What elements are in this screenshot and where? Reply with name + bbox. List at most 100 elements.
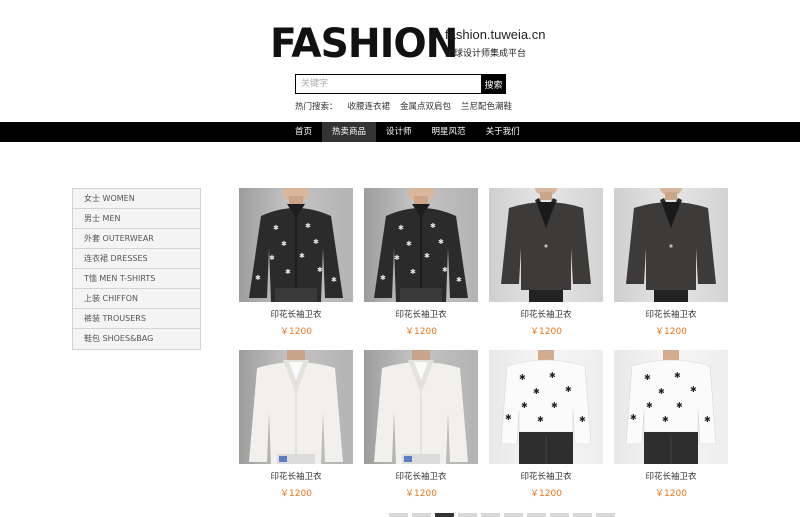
page-indicator[interactable] bbox=[596, 513, 615, 517]
svg-text:✱: ✱ bbox=[410, 268, 416, 276]
sidebar-item-trousers[interactable]: 裤装 TROUSERS bbox=[73, 309, 200, 329]
site-slogan: 全球设计师集成平台 bbox=[445, 49, 527, 59]
hot-search: 热门搜索： 收腰连衣裙 金属点双肩包 兰尼配色潮鞋 bbox=[295, 100, 512, 112]
svg-text:✱: ✱ bbox=[406, 240, 412, 248]
product-card[interactable]: ✱ ✱ ✱ ✱ ✱ ✱ ✱ ✱ ✱ 印花长袖卫衣 ￥1200 bbox=[614, 350, 728, 499]
page-indicator[interactable] bbox=[550, 513, 569, 517]
pagination bbox=[389, 513, 615, 517]
product-name[interactable]: 印花长袖卫衣 bbox=[239, 308, 353, 320]
category-sidebar: 女士 WOMEN 男士 MEN 外套 OUTERWEAR 连衣裙 DRESSES… bbox=[72, 188, 201, 350]
svg-text:✱: ✱ bbox=[521, 401, 528, 410]
search-bar: 搜索 bbox=[295, 74, 506, 94]
product-card[interactable]: ✱ ✱ ✱ ✱ ✱ ✱ ✱ ✱ ✱ ✱ 印花长袖卫衣 ￥1200 bbox=[239, 188, 353, 337]
page-indicator[interactable] bbox=[389, 513, 408, 517]
svg-text:✱: ✱ bbox=[317, 266, 323, 274]
page-indicator[interactable] bbox=[481, 513, 500, 517]
search-input[interactable] bbox=[295, 74, 481, 94]
page-indicator[interactable] bbox=[573, 513, 592, 517]
product-card[interactable]: 印花长袖卫衣 ￥1200 bbox=[239, 350, 353, 499]
svg-text:✱: ✱ bbox=[442, 266, 448, 274]
sidebar-item-chiffon[interactable]: 上装 CHIFFON bbox=[73, 289, 200, 309]
product-name[interactable]: 印花长袖卫衣 bbox=[614, 308, 728, 320]
svg-text:✱: ✱ bbox=[676, 401, 683, 410]
svg-text:✱: ✱ bbox=[456, 276, 462, 284]
product-image-white-blazer[interactable] bbox=[364, 350, 478, 464]
sidebar-item-men[interactable]: 男士 MEN bbox=[73, 209, 200, 229]
svg-text:✱: ✱ bbox=[313, 238, 319, 246]
svg-text:✱: ✱ bbox=[305, 222, 311, 230]
product-price: ￥1200 bbox=[655, 489, 687, 499]
product-image-black-printed-shirt[interactable]: ✱ ✱ ✱ ✱ ✱ ✱ ✱ ✱ ✱ ✱ bbox=[364, 188, 478, 302]
search-button[interactable]: 搜索 bbox=[481, 74, 506, 94]
brand-header: FASHION fashion.tuweia.cn 全球设计师集成平台 bbox=[270, 22, 570, 66]
product-price: ￥1200 bbox=[280, 489, 312, 499]
product-name[interactable]: 印花长袖卫衣 bbox=[364, 470, 478, 482]
sidebar-item-t-shirts[interactable]: T恤 MEN T-SHIRTS bbox=[73, 269, 200, 289]
hot-search-term[interactable]: 兰尼配色潮鞋 bbox=[461, 100, 512, 112]
product-image-black-blazer[interactable] bbox=[614, 188, 728, 302]
page-indicator[interactable] bbox=[504, 513, 523, 517]
svg-text:✱: ✱ bbox=[533, 387, 540, 396]
product-image-black-printed-shirt[interactable]: ✱ ✱ ✱ ✱ ✱ ✱ ✱ ✱ ✱ ✱ bbox=[239, 188, 353, 302]
hot-search-term[interactable]: 金属点双肩包 bbox=[400, 100, 451, 112]
svg-text:✱: ✱ bbox=[630, 413, 637, 422]
nav-item-hot-products[interactable]: 热卖商品 bbox=[322, 122, 377, 142]
product-price: ￥1200 bbox=[280, 327, 312, 337]
product-image-white-printed-sweater[interactable]: ✱ ✱ ✱ ✱ ✱ ✱ ✱ ✱ ✱ bbox=[489, 350, 603, 464]
hot-search-label: 热门搜索： bbox=[295, 102, 338, 112]
svg-text:✱: ✱ bbox=[281, 240, 287, 248]
svg-text:✱: ✱ bbox=[658, 387, 665, 396]
product-price: ￥1200 bbox=[655, 327, 687, 337]
svg-text:✱: ✱ bbox=[690, 385, 697, 394]
product-card[interactable]: ✱ ✱ ✱ ✱ ✱ ✱ ✱ ✱ ✱ 印花长袖卫衣 ￥1200 bbox=[489, 350, 603, 499]
svg-text:✱: ✱ bbox=[273, 224, 279, 232]
svg-text:✱: ✱ bbox=[704, 415, 711, 424]
sidebar-item-shoes-bag[interactable]: 鞋包 SHOES&BAG bbox=[73, 329, 200, 349]
svg-text:✱: ✱ bbox=[255, 274, 261, 282]
sidebar-item-women[interactable]: 女士 WOMEN bbox=[73, 189, 200, 209]
product-image-white-printed-sweater[interactable]: ✱ ✱ ✱ ✱ ✱ ✱ ✱ ✱ ✱ bbox=[614, 350, 728, 464]
nav-item-star-style[interactable]: 明星风范 bbox=[422, 122, 476, 142]
product-price: ￥1200 bbox=[405, 489, 437, 499]
sidebar-item-outerwear[interactable]: 外套 OUTERWEAR bbox=[73, 229, 200, 249]
svg-text:✱: ✱ bbox=[505, 413, 512, 422]
site-logo[interactable]: FASHION bbox=[270, 22, 458, 66]
nav-item-designers[interactable]: 设计师 bbox=[376, 122, 422, 142]
page-indicator[interactable] bbox=[412, 513, 431, 517]
svg-text:✱: ✱ bbox=[551, 401, 558, 410]
svg-text:✱: ✱ bbox=[331, 276, 337, 284]
page-indicator[interactable] bbox=[527, 513, 546, 517]
svg-text:✱: ✱ bbox=[269, 254, 275, 262]
product-card[interactable]: 印花长袖卫衣 ￥1200 bbox=[489, 188, 603, 337]
nav-item-home[interactable]: 首页 bbox=[285, 122, 322, 142]
svg-text:✱: ✱ bbox=[430, 222, 436, 230]
page-indicator[interactable] bbox=[458, 513, 477, 517]
svg-text:✱: ✱ bbox=[398, 224, 404, 232]
svg-text:✱: ✱ bbox=[380, 274, 386, 282]
svg-text:✱: ✱ bbox=[579, 415, 586, 424]
product-card[interactable]: 印花长袖卫衣 ￥1200 bbox=[614, 188, 728, 337]
product-card[interactable]: ✱ ✱ ✱ ✱ ✱ ✱ ✱ ✱ ✱ ✱ 印花长袖卫衣 ￥1200 bbox=[364, 188, 478, 337]
product-name[interactable]: 印花长袖卫衣 bbox=[614, 470, 728, 482]
nav-item-about[interactable]: 关于我们 bbox=[476, 122, 530, 142]
product-image-white-blazer[interactable] bbox=[239, 350, 353, 464]
product-card[interactable]: 印花长袖卫衣 ￥1200 bbox=[364, 350, 478, 499]
site-domain: fashion.tuweia.cn bbox=[445, 27, 546, 42]
svg-text:✱: ✱ bbox=[537, 415, 544, 424]
main-nav: 首页 热卖商品 设计师 明星风范 关于我们 bbox=[0, 122, 800, 142]
product-name[interactable]: 印花长袖卫衣 bbox=[489, 470, 603, 482]
svg-text:✱: ✱ bbox=[549, 371, 556, 380]
product-name[interactable]: 印花长袖卫衣 bbox=[364, 308, 478, 320]
page-indicator-current[interactable] bbox=[435, 513, 454, 517]
svg-text:✱: ✱ bbox=[519, 373, 526, 382]
product-price: ￥1200 bbox=[530, 327, 562, 337]
hot-search-term[interactable]: 收腰连衣裙 bbox=[348, 100, 391, 112]
product-image-black-blazer[interactable] bbox=[489, 188, 603, 302]
svg-text:✱: ✱ bbox=[438, 238, 444, 246]
product-name[interactable]: 印花长袖卫衣 bbox=[239, 470, 353, 482]
svg-text:✱: ✱ bbox=[424, 252, 430, 260]
svg-text:✱: ✱ bbox=[646, 401, 653, 410]
sidebar-item-dresses[interactable]: 连衣裙 DRESSES bbox=[73, 249, 200, 269]
product-price: ￥1200 bbox=[405, 327, 437, 337]
product-name[interactable]: 印花长袖卫衣 bbox=[489, 308, 603, 320]
